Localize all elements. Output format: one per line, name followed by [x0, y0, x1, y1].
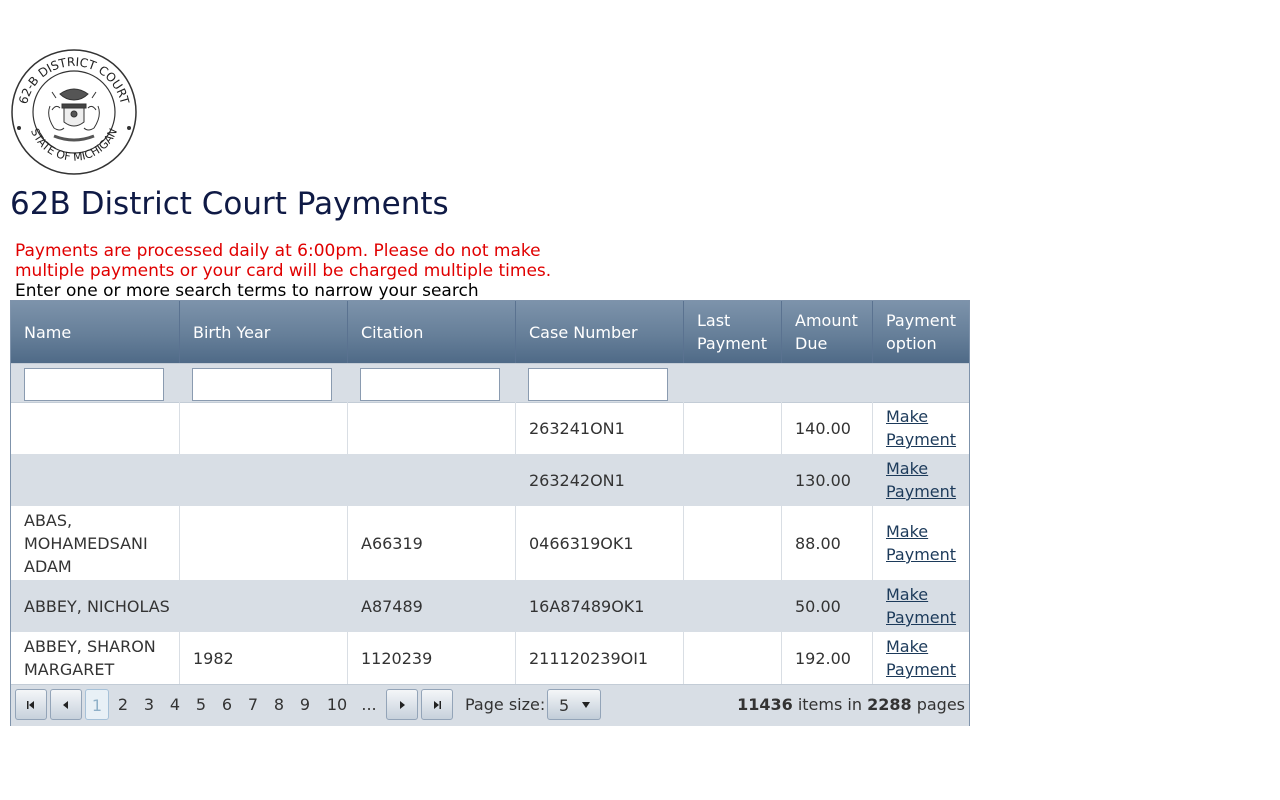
- cell-citation: [347, 454, 515, 506]
- cell-last-payment: [683, 580, 781, 632]
- grid-header: Name Birth Year Citation Case Number Las…: [11, 301, 969, 363]
- chevron-down-icon: [582, 702, 590, 708]
- case-number-filter-input[interactable]: [528, 368, 668, 401]
- cell-case-number: 16A87489OK1: [515, 580, 683, 632]
- total-items: 11436: [737, 695, 793, 714]
- make-payment-link[interactable]: Make Payment: [886, 405, 969, 451]
- page-link-more[interactable]: ...: [357, 689, 381, 720]
- page-link-1[interactable]: 1: [85, 689, 109, 720]
- cell-case-number: 0466319OK1: [515, 506, 683, 580]
- cell-citation: A66319: [347, 506, 515, 580]
- cell-name: ABBEY, SHARON MARGARET: [24, 637, 156, 679]
- birth-year-filter-input[interactable]: [192, 368, 332, 401]
- pages-text: pages: [916, 695, 965, 714]
- cell-last-payment: [683, 402, 781, 454]
- page-title: 62B District Court Payments: [10, 186, 449, 222]
- cell-last-payment: [683, 632, 781, 684]
- column-header-amount-due[interactable]: Amount Due: [781, 301, 872, 363]
- cell-name: [11, 402, 179, 454]
- cell-last-payment: [683, 454, 781, 506]
- table-row: ABBEY, NICHOLAS A87489 16A87489OK1 50.00…: [11, 580, 969, 632]
- items-in-text: items in: [797, 695, 862, 714]
- cell-payment-option: Make Payment: [872, 580, 969, 632]
- filter-row: [11, 363, 969, 403]
- column-header-name[interactable]: Name: [11, 301, 179, 363]
- page-link-2[interactable]: 2: [111, 689, 135, 720]
- cell-payment-option: Make Payment: [872, 402, 969, 454]
- cell-amount-due: 50.00: [781, 580, 872, 632]
- name-filter-input[interactable]: [24, 368, 164, 401]
- make-payment-link[interactable]: Make Payment: [886, 520, 969, 566]
- payment-notice: Payments are processed daily at 6:00pm. …: [15, 241, 575, 281]
- notice-line-1: Payments are processed daily at 6:00pm. …: [15, 241, 541, 261]
- make-payment-link[interactable]: Make Payment: [886, 457, 969, 503]
- cell-amount-due: 140.00: [781, 402, 872, 454]
- page-size-select[interactable]: 5: [547, 689, 601, 720]
- page-link-10[interactable]: 10: [321, 689, 353, 720]
- page-link-7[interactable]: 7: [241, 689, 265, 720]
- column-header-case-number[interactable]: Case Number: [515, 301, 683, 363]
- notice-line-2: multiple payments or your card will be c…: [15, 261, 552, 281]
- cell-amount-due: 192.00: [781, 632, 872, 684]
- column-header-last-payment[interactable]: Last Payment: [683, 301, 781, 363]
- court-seal-logo: 62-B DISTRICT COURT STATE OF MICHIGAN: [11, 49, 137, 175]
- cell-case-number: 263242ON1: [515, 454, 683, 506]
- cell-payment-option: Make Payment: [872, 506, 969, 580]
- search-instructions: Enter one or more search terms to narrow…: [15, 281, 479, 301]
- page-link-3[interactable]: 3: [137, 689, 161, 720]
- cell-payment-option: Make Payment: [872, 632, 969, 684]
- previous-page-button[interactable]: [50, 689, 82, 720]
- cell-case-number: 263241ON1: [515, 402, 683, 454]
- cell-birth-year: 1982: [179, 632, 347, 684]
- cell-name: ABBEY, NICHOLAS: [24, 596, 170, 616]
- table-row: ABAS, MOHAMEDSANI ADAM A66319 0466319OK1…: [11, 506, 969, 580]
- citation-filter-input[interactable]: [360, 368, 500, 401]
- column-header-birth-year[interactable]: Birth Year: [179, 301, 347, 363]
- cell-name: [11, 454, 179, 506]
- cell-birth-year: [179, 402, 347, 454]
- table-row: ABBEY, SHARON MARGARET 1982 1120239 2111…: [11, 632, 969, 684]
- column-header-citation[interactable]: Citation: [347, 301, 515, 363]
- page-link-9[interactable]: 9: [293, 689, 317, 720]
- make-payment-link[interactable]: Make Payment: [886, 635, 969, 681]
- first-page-button[interactable]: [15, 689, 47, 720]
- payments-grid: Name Birth Year Citation Case Number Las…: [10, 300, 970, 726]
- total-pages: 2288: [867, 695, 912, 714]
- cell-citation: A87489: [347, 580, 515, 632]
- cell-citation: 1120239: [347, 632, 515, 684]
- table-row: 263242ON1 130.00 Make Payment: [11, 454, 969, 506]
- page-link-5[interactable]: 5: [189, 689, 213, 720]
- cell-name: ABAS, MOHAMEDSANI ADAM: [24, 510, 148, 576]
- next-page-icon: [400, 700, 405, 709]
- first-page-icon: [27, 700, 34, 709]
- previous-page-icon: [63, 700, 68, 709]
- page-link-6[interactable]: 6: [215, 689, 239, 720]
- cell-last-payment: [683, 506, 781, 580]
- page-link-4[interactable]: 4: [163, 689, 187, 720]
- make-payment-link[interactable]: Make Payment: [886, 583, 969, 629]
- cell-birth-year: [179, 506, 347, 580]
- cell-case-number: 211120239OI1: [515, 632, 683, 684]
- last-page-button[interactable]: [421, 689, 453, 720]
- page-size-label: Page size:: [465, 695, 546, 714]
- column-header-payment-option: Payment option: [872, 301, 969, 363]
- cell-payment-option: Make Payment: [872, 454, 969, 506]
- last-page-icon: [434, 700, 441, 709]
- svg-text:STATE OF MICHIGAN: STATE OF MICHIGAN: [28, 126, 120, 163]
- pager: 1 2 3 4 5 6 7 8 9 10 ... Page size: 5 11…: [11, 684, 969, 726]
- cell-amount-due: 130.00: [781, 454, 872, 506]
- cell-birth-year: [179, 454, 347, 506]
- cell-citation: [347, 402, 515, 454]
- cell-amount-due: 88.00: [781, 506, 872, 580]
- next-page-button[interactable]: [386, 689, 418, 720]
- cell-birth-year: [179, 580, 347, 632]
- pager-info: 11436 items in 2288 pages: [737, 689, 965, 720]
- page-size-value: 5: [559, 696, 570, 715]
- table-row: 263241ON1 140.00 Make Payment: [11, 402, 969, 454]
- page-link-8[interactable]: 8: [267, 689, 291, 720]
